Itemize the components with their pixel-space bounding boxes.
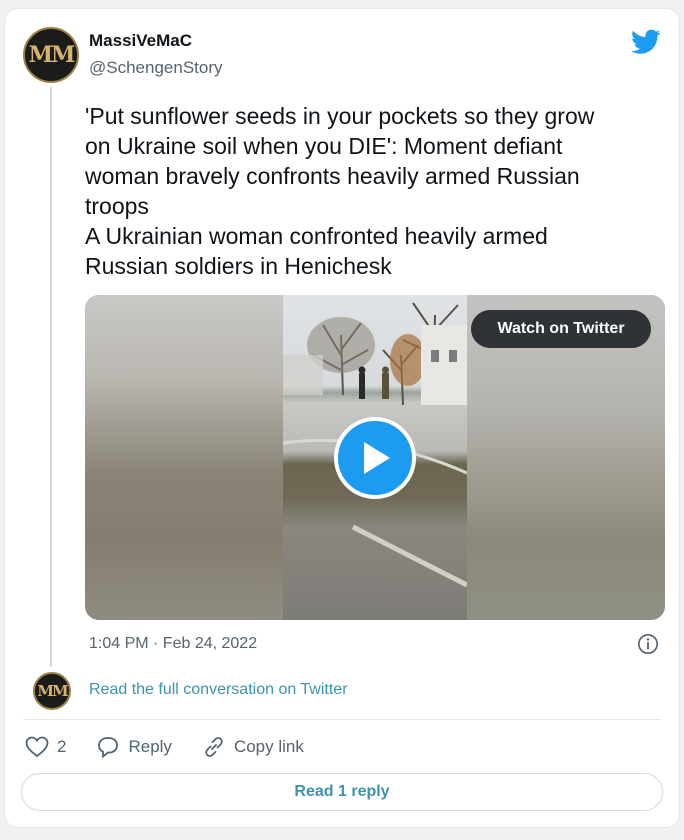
thread-line [50, 87, 52, 667]
author-handle[interactable]: @SchengenStory [89, 58, 223, 78]
author-name[interactable]: MassiVeMaC [89, 31, 192, 51]
copy-link-label: Copy link [233, 737, 304, 756]
watch-on-twitter-button[interactable]: Watch on Twitter [471, 310, 651, 348]
play-icon [364, 442, 390, 474]
read-full-conversation-link[interactable]: Read the full conversation on Twitter [89, 681, 348, 699]
info-icon[interactable] [637, 633, 659, 655]
tweet-timestamp[interactable]: 1:04 PM · Feb 24, 2022 [89, 635, 257, 653]
like-count: 2 [57, 737, 67, 756]
author-avatar[interactable]: MM [23, 27, 79, 83]
divider [23, 719, 661, 720]
like-button[interactable]: 2 [25, 736, 66, 758]
tweet-text-line: woman bravely confronts heavily armed Ru… [85, 163, 580, 189]
avatar-monogram: MM [37, 682, 68, 700]
copy-link-button[interactable]: Copy link [202, 736, 304, 758]
tweet-text-line: on Ukraine soil when you DIE': Moment de… [85, 133, 563, 159]
heart-icon [25, 736, 49, 758]
tweet-text-line: Russian soldiers in Henichesk [85, 253, 392, 279]
tweet-text-line: troops [85, 193, 149, 219]
video-blur-left [85, 295, 283, 620]
tweet-text-line: 'Put sunflower seeds in your pockets so … [85, 103, 595, 129]
avatar-monogram: MM [28, 42, 76, 68]
video-thumbnail[interactable]: Watch on Twitter [85, 295, 665, 620]
link-icon [205, 737, 223, 757]
tweet-embed-card: MM MassiVeMaC @SchengenStory 'Put sunflo… [4, 8, 680, 828]
play-button[interactable] [334, 417, 416, 499]
conversation-avatar[interactable]: MM [33, 672, 71, 710]
tweet-text-line: A Ukrainian woman confronted heavily arm… [85, 223, 548, 249]
read-replies-button[interactable]: Read 1 reply [21, 773, 663, 811]
twitter-bird-icon[interactable] [631, 29, 661, 55]
tweet-text: 'Put sunflower seeds in your pockets so … [85, 101, 645, 281]
reply-label: Reply [128, 737, 172, 756]
reply-bubble-icon [98, 737, 119, 758]
reply-button[interactable]: Reply [96, 736, 172, 758]
tweet-actions: 2 Reply Copy link [25, 734, 334, 760]
